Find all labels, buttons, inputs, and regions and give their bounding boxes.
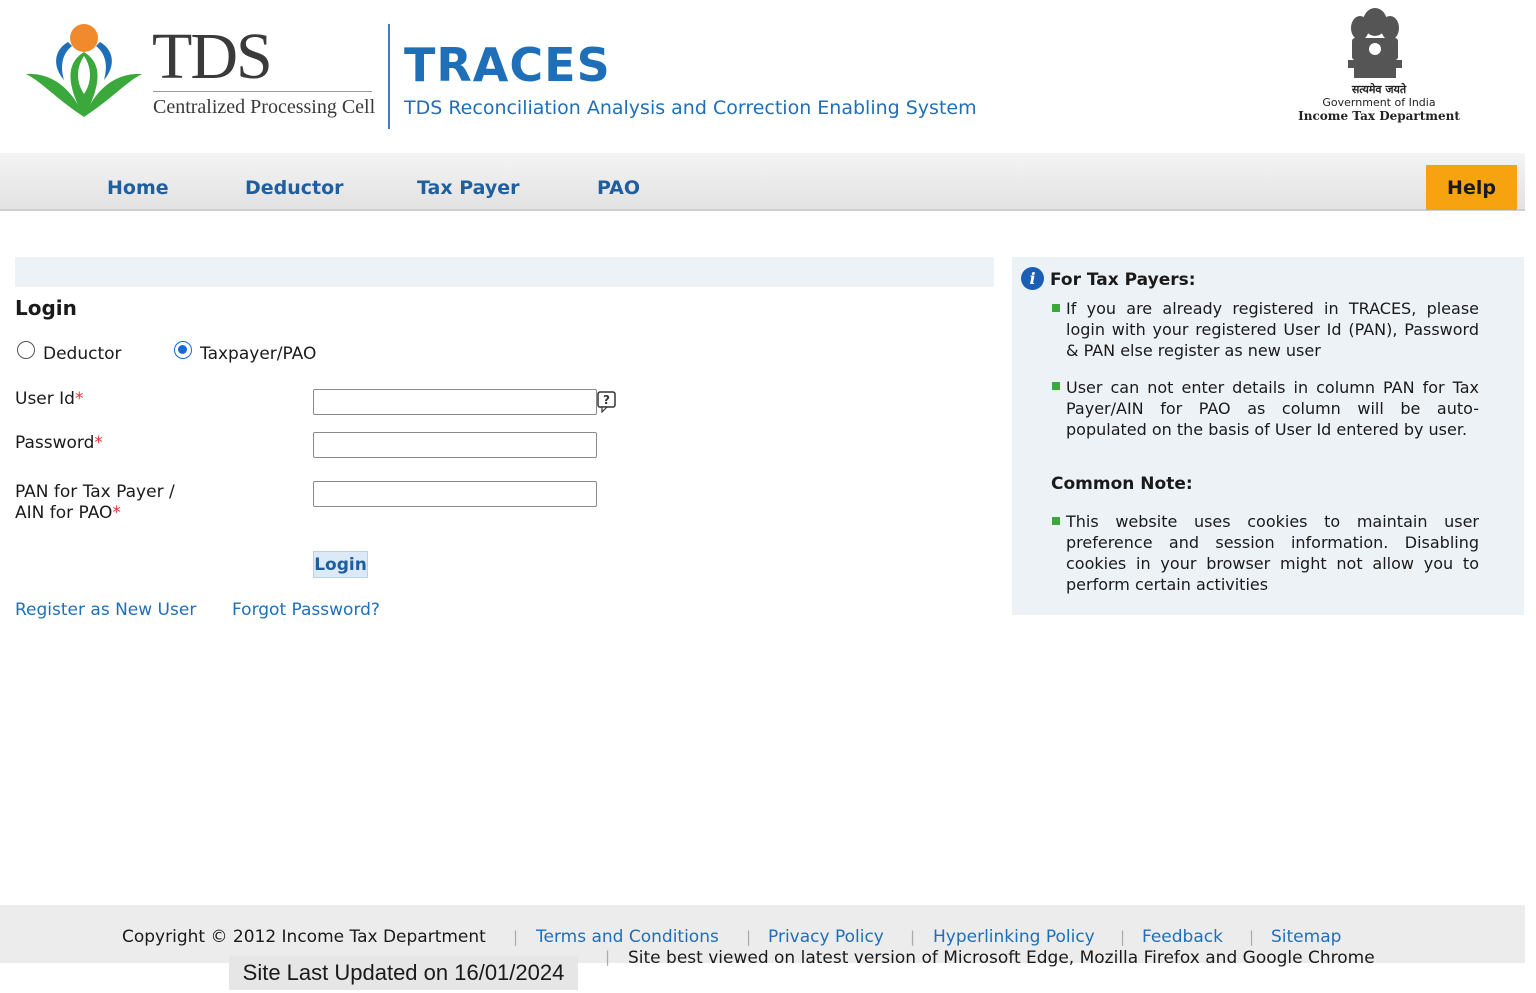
footer-link-sitemap[interactable]: Sitemap xyxy=(1271,927,1341,947)
register-link[interactable]: Register as New User xyxy=(15,600,196,620)
required-mark: * xyxy=(94,433,103,453)
pan-label-line2: AIN for PAO* xyxy=(15,503,121,523)
main-nav: Home Deductor Tax Payer PAO Help xyxy=(0,153,1525,211)
info-bullet-2: User can not enter details in column PAN… xyxy=(1066,378,1479,439)
footer-link-terms[interactable]: Terms and Conditions xyxy=(536,927,719,947)
footer-link-hyperlinking[interactable]: Hyperlinking Policy xyxy=(933,927,1095,947)
footer-link-feedback[interactable]: Feedback xyxy=(1142,927,1223,947)
footer-separator: | xyxy=(605,948,611,966)
national-emblem-icon xyxy=(1348,8,1402,78)
required-mark: * xyxy=(74,389,84,409)
svg-text:?: ? xyxy=(603,393,610,407)
required-mark: * xyxy=(112,503,121,523)
radio-taxpayer-pao[interactable] xyxy=(174,341,192,359)
common-note-heading: Common Note: xyxy=(1051,474,1193,494)
site-last-updated: Site Last Updated on 16/01/2024 xyxy=(229,956,578,990)
bullet-icon xyxy=(1052,517,1060,525)
header-separator xyxy=(388,24,390,129)
question-icon[interactable]: ? xyxy=(597,391,617,413)
government-of-india-label: Government of India xyxy=(1322,96,1436,109)
tds-subtitle: Centralized Processing Cell xyxy=(153,96,376,118)
footer-separator: | xyxy=(513,928,519,946)
radio-deductor[interactable] xyxy=(17,341,35,359)
user-id-label: User Id* xyxy=(15,389,84,409)
nav-tax-payer[interactable]: Tax Payer xyxy=(417,177,520,199)
radio-taxpayer-pao-label[interactable]: Taxpayer/PAO xyxy=(200,344,316,364)
nav-home[interactable]: Home xyxy=(107,177,169,199)
login-header-band xyxy=(15,257,994,287)
radio-deductor-label[interactable]: Deductor xyxy=(43,344,122,364)
help-button[interactable]: Help xyxy=(1426,165,1517,210)
footer-separator: | xyxy=(1249,928,1255,946)
login-title: Login xyxy=(15,296,77,320)
pan-label: PAN for Tax Payer / AIN for PAO* xyxy=(15,482,175,524)
info-heading: For Tax Payers: xyxy=(1050,270,1196,290)
tds-logo-icon xyxy=(26,24,142,117)
info-icon: i xyxy=(1021,267,1044,290)
footer-separator: | xyxy=(1120,928,1126,946)
bullet-icon xyxy=(1052,304,1060,312)
user-id-input[interactable] xyxy=(313,389,597,415)
best-viewed-note: Site best viewed on latest version of Mi… xyxy=(628,948,1375,968)
footer-separator: | xyxy=(910,928,916,946)
copyright-text: Copyright © 2012 Income Tax Department xyxy=(122,927,486,947)
footer-link-privacy[interactable]: Privacy Policy xyxy=(768,927,884,947)
tds-divider xyxy=(153,91,372,92)
password-input[interactable] xyxy=(313,432,597,458)
site-header: TDS Centralized Processing Cell TRACES T… xyxy=(0,0,1536,152)
pan-ain-input[interactable] xyxy=(313,481,597,507)
forgot-password-link[interactable]: Forgot Password? xyxy=(232,600,380,620)
info-bullet-1: If you are already registered in TRACES,… xyxy=(1066,299,1479,360)
login-button[interactable]: Login xyxy=(313,551,368,578)
emblem-motto: सत्यमेव जयते xyxy=(1351,83,1407,96)
password-label: Password* xyxy=(15,433,103,453)
nav-pao[interactable]: PAO xyxy=(597,177,640,199)
bullet-icon xyxy=(1052,382,1060,390)
income-tax-department-label: Income Tax Department xyxy=(1298,109,1460,123)
traces-title: TRACES xyxy=(404,38,611,92)
nav-deductor[interactable]: Deductor xyxy=(245,177,344,199)
footer-separator: | xyxy=(746,928,752,946)
traces-subtitle: TDS Reconciliation Analysis and Correcti… xyxy=(404,97,977,119)
common-note-bullet: This website uses cookies to maintain us… xyxy=(1066,512,1479,594)
pan-label-line1: PAN for Tax Payer / xyxy=(15,482,175,502)
tds-wordmark: TDS xyxy=(152,20,273,93)
